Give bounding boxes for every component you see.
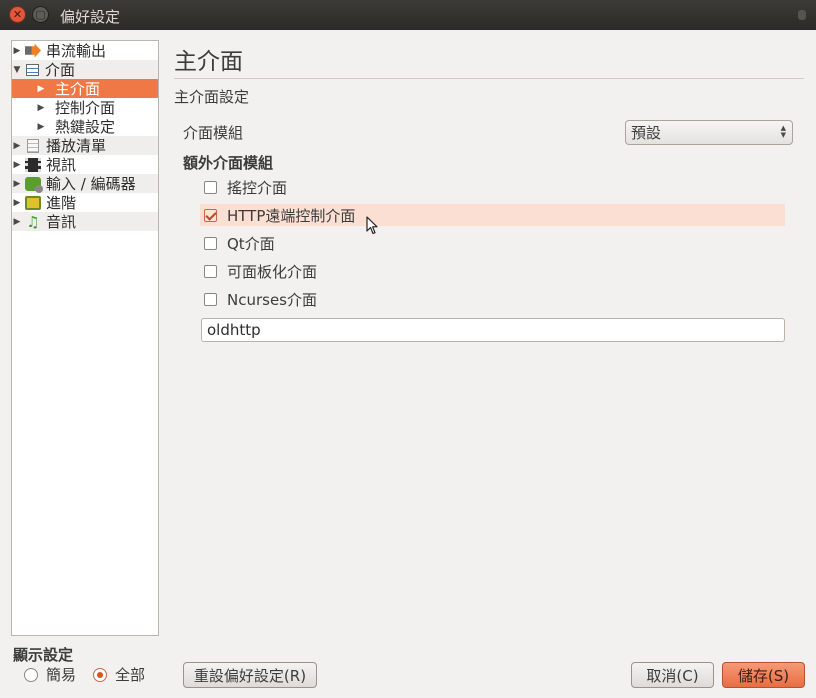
skinnable-checkbox[interactable] bbox=[204, 264, 217, 278]
checkbox-row-qt[interactable]: Qt介面 bbox=[200, 232, 785, 254]
tree-item-stream-output[interactable]: ▶ 串流輸出 bbox=[12, 41, 158, 60]
tree-item-label: 串流輸出 bbox=[46, 42, 107, 60]
expand-arrow-icon[interactable]: ▶ bbox=[36, 103, 46, 113]
checkbox-label: HTTP遠端控制介面 bbox=[227, 206, 356, 225]
tree-item-label: 播放清單 bbox=[46, 137, 107, 155]
expand-arrow-icon[interactable]: ▶ bbox=[12, 198, 22, 208]
radio-simple[interactable]: 簡易 bbox=[24, 664, 76, 685]
checkbox-label: Ncurses介面 bbox=[227, 290, 318, 309]
close-icon[interactable]: ✕ bbox=[9, 6, 26, 23]
radio-all[interactable]: 全部 bbox=[93, 664, 145, 685]
section-title: 主介面設定 bbox=[174, 88, 250, 106]
tree-item-hotkeys[interactable]: ▶ 熱鍵設定 bbox=[12, 117, 158, 136]
collapse-arrow-icon[interactable]: ▼ bbox=[12, 65, 22, 75]
radio-all-button[interactable] bbox=[93, 667, 107, 682]
tree-item-advanced[interactable]: ▶ 進階 bbox=[12, 193, 158, 212]
save-button[interactable]: 儲存(S) bbox=[722, 662, 805, 688]
tree-item-label: 控制介面 bbox=[55, 99, 116, 117]
ncurses-checkbox[interactable] bbox=[204, 292, 217, 306]
expand-arrow-icon[interactable]: ▶ bbox=[36, 84, 46, 94]
maximize-icon[interactable]: ▢ bbox=[32, 6, 49, 23]
radio-simple-label: 簡易 bbox=[46, 666, 77, 684]
tree-item-codecs[interactable]: ▶ 輸入 / 編碼器 bbox=[12, 174, 158, 193]
tree-item-label: 進階 bbox=[46, 194, 77, 212]
interface-module-value: 預設 bbox=[631, 124, 662, 142]
tree-item-label: 音訊 bbox=[46, 213, 77, 231]
expand-arrow-icon[interactable]: ▶ bbox=[12, 160, 22, 170]
tree-item-label: 輸入 / 編碼器 bbox=[46, 175, 136, 193]
qt-checkbox[interactable] bbox=[204, 236, 217, 250]
remote-control-checkbox[interactable] bbox=[204, 180, 217, 194]
advanced-icon bbox=[25, 195, 41, 210]
tree-item-main-interface[interactable]: ▶ 主介面 bbox=[12, 79, 158, 98]
title-bar: ✕ ▢ 偏好設定 bbox=[0, 0, 816, 30]
expand-arrow-icon[interactable]: ▶ bbox=[12, 141, 22, 151]
extra-modules-title: 額外介面模組 bbox=[183, 154, 274, 172]
audio-icon: ♫ bbox=[26, 212, 40, 231]
tree-item-audio[interactable]: ▶ ♫ 音訊 bbox=[12, 212, 158, 231]
tree-item-control-interface[interactable]: ▶ 控制介面 bbox=[12, 98, 158, 117]
video-icon bbox=[25, 157, 41, 172]
mouse-pointer-icon bbox=[366, 216, 378, 235]
reset-preferences-button[interactable]: 重設偏好設定(R) bbox=[183, 662, 317, 688]
tree-item-label: 視訊 bbox=[46, 156, 77, 174]
checkbox-label: 搖控介面 bbox=[227, 178, 288, 197]
window-title: 偏好設定 bbox=[60, 8, 121, 26]
checkbox-row-ncurses[interactable]: Ncurses介面 bbox=[200, 288, 785, 310]
expand-arrow-icon[interactable]: ▶ bbox=[36, 122, 46, 132]
checkbox-label: Qt介面 bbox=[227, 234, 275, 253]
cancel-button[interactable]: 取消(C) bbox=[631, 662, 714, 688]
checkbox-row-http[interactable]: HTTP遠端控制介面 bbox=[200, 204, 785, 226]
show-settings-title: 顯示設定 bbox=[13, 646, 74, 664]
expand-arrow-icon[interactable]: ▶ bbox=[12, 179, 22, 189]
stream-output-icon bbox=[25, 43, 41, 58]
expand-arrow-icon[interactable]: ▶ bbox=[12, 46, 22, 56]
tree-item-label: 熱鍵設定 bbox=[55, 118, 116, 136]
page-title: 主介面 bbox=[174, 49, 243, 75]
expand-arrow-icon[interactable]: ▶ bbox=[12, 217, 22, 227]
tree-item-playlist[interactable]: ▶ 播放清單 bbox=[12, 136, 158, 155]
updown-arrows-icon: ▲ ▼ bbox=[780, 124, 786, 139]
interface-icon bbox=[26, 63, 39, 76]
title-divider bbox=[174, 78, 804, 79]
interface-module-select[interactable]: 預設 ▲ ▼ bbox=[625, 120, 793, 145]
tree-item-video[interactable]: ▶ 視訊 bbox=[12, 155, 158, 174]
window-menu-icon bbox=[798, 10, 806, 20]
checkbox-label: 可面板化介面 bbox=[227, 262, 318, 281]
checkbox-row-remote-control[interactable]: 搖控介面 bbox=[200, 176, 785, 198]
tree-item-label: 介面 bbox=[45, 61, 76, 79]
codec-icon bbox=[25, 176, 43, 193]
radio-simple-button[interactable] bbox=[24, 667, 38, 682]
checkbox-row-skinnable[interactable]: 可面板化介面 bbox=[200, 260, 785, 282]
interface-module-label: 介面模組 bbox=[183, 124, 244, 142]
extra-modules-input[interactable] bbox=[201, 318, 785, 342]
http-checkbox[interactable] bbox=[204, 208, 217, 222]
radio-all-label: 全部 bbox=[115, 666, 146, 684]
tree-item-label: 主介面 bbox=[55, 80, 101, 98]
tree-item-interface[interactable]: ▼ 介面 bbox=[12, 60, 158, 79]
playlist-icon bbox=[27, 138, 39, 153]
category-tree: ▶ 串流輸出 ▼ 介面 ▶ 主介面 ▶ 控制介面 ▶ 熱鍵設定 ▶ 播放清單 ▶… bbox=[11, 40, 159, 636]
